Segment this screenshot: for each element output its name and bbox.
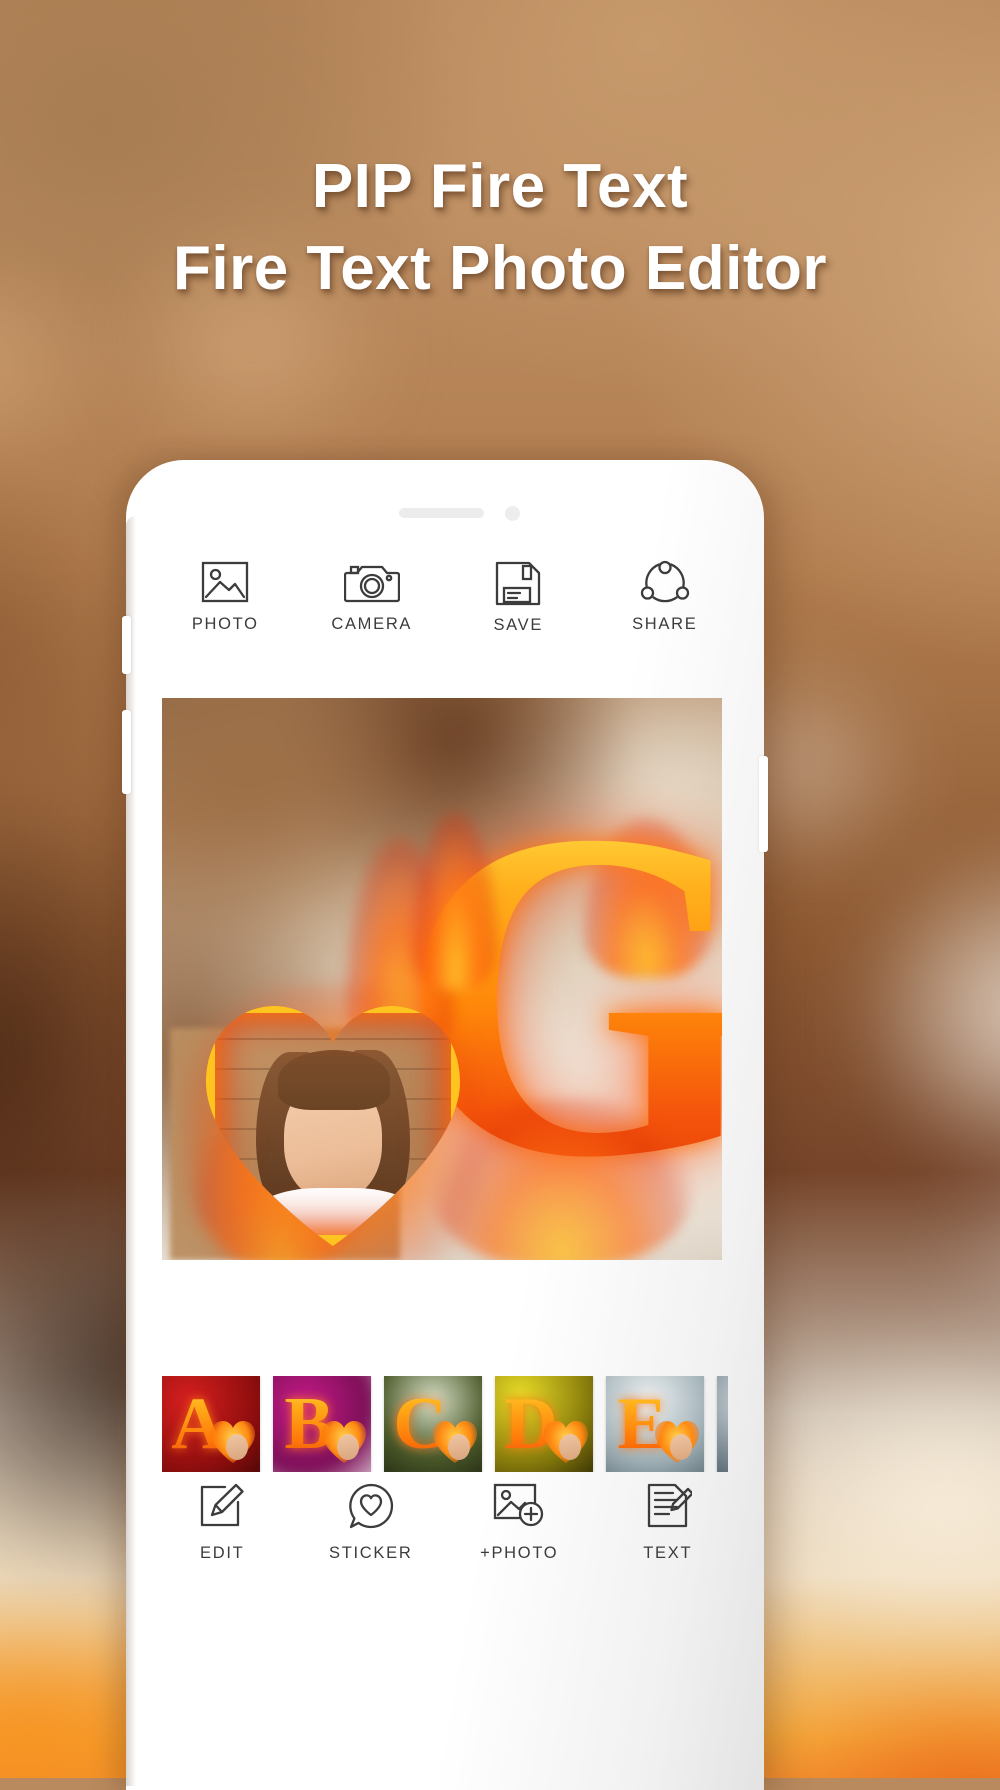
toolbar-label-camera: CAMERA xyxy=(331,615,413,633)
phone-left-edge xyxy=(126,516,136,1786)
toolbar-label-share: SHARE xyxy=(632,615,698,633)
toolbar-item-share[interactable]: SHARE xyxy=(606,560,724,634)
toolbar-label-photo: PHOTO xyxy=(191,615,259,633)
earpiece-speaker xyxy=(399,508,484,518)
bottom-navigation: EDIT STICKER +PHOTO TEXT xyxy=(126,1482,764,1563)
thumbnail-face xyxy=(670,1434,692,1460)
heart-bubble-icon xyxy=(346,1482,396,1534)
nav-item-add-photo[interactable]: +PHOTO xyxy=(459,1482,579,1563)
document-pen-icon xyxy=(644,1482,694,1534)
toolbar-item-photo[interactable]: PHOTO xyxy=(166,560,284,634)
image-plus-icon xyxy=(492,1482,546,1534)
floppy-disk-icon xyxy=(494,560,542,607)
thumbnail-item[interactable]: C xyxy=(384,1376,482,1472)
top-toolbar: PHOTO CAMERA SAVE SHARE xyxy=(126,560,764,635)
thumbnail-item[interactable]: E xyxy=(606,1376,704,1472)
nav-item-text[interactable]: TEXT xyxy=(608,1482,728,1563)
nav-item-sticker[interactable]: STICKER xyxy=(311,1482,431,1563)
headline-line-2: Fire Text Photo Editor xyxy=(173,234,827,304)
pencil-square-icon xyxy=(198,1482,246,1534)
photo-canvas[interactable]: G xyxy=(162,698,722,1260)
phone-mockup: PHOTO CAMERA SAVE SHARE G A B C D E EDIT… xyxy=(122,460,768,1790)
camera-icon xyxy=(343,560,400,606)
thumbnail-item[interactable]: F xyxy=(717,1376,728,1472)
thumbnail-face xyxy=(448,1434,470,1460)
thumbnail-item[interactable]: D xyxy=(495,1376,593,1472)
front-camera xyxy=(505,506,520,521)
image-icon xyxy=(199,560,251,606)
toolbar-item-camera[interactable]: CAMERA xyxy=(313,560,431,634)
nav-label-text: TEXT xyxy=(643,1544,693,1562)
template-thumbnail-strip[interactable]: A B C D E xyxy=(162,1376,728,1472)
toolbar-label-save: SAVE xyxy=(493,616,544,634)
share-nodes-icon xyxy=(640,560,690,606)
heart-photo-frame[interactable] xyxy=(184,982,482,1260)
nav-label-sticker: STICKER xyxy=(329,1544,413,1562)
thumbnail-face xyxy=(337,1434,359,1460)
thumbnail-item[interactable]: B xyxy=(273,1376,371,1472)
power-button[interactable] xyxy=(759,756,768,852)
toolbar-item-save[interactable]: SAVE xyxy=(459,560,577,635)
thumbnail-item[interactable]: A xyxy=(162,1376,260,1472)
nav-label-add-photo: +PHOTO xyxy=(480,1544,559,1562)
nav-item-edit[interactable]: EDIT xyxy=(162,1482,282,1563)
promo-headline: PIP Fire Text Fire Text Photo Editor xyxy=(0,146,1000,311)
volume-down-button[interactable] xyxy=(122,710,131,794)
thumbnail-letter: F xyxy=(717,1376,728,1472)
headline-line-1: PIP Fire Text xyxy=(311,152,689,221)
nav-label-edit: EDIT xyxy=(200,1544,245,1562)
thumbnail-face xyxy=(559,1434,581,1460)
thumbnail-face xyxy=(226,1434,248,1460)
